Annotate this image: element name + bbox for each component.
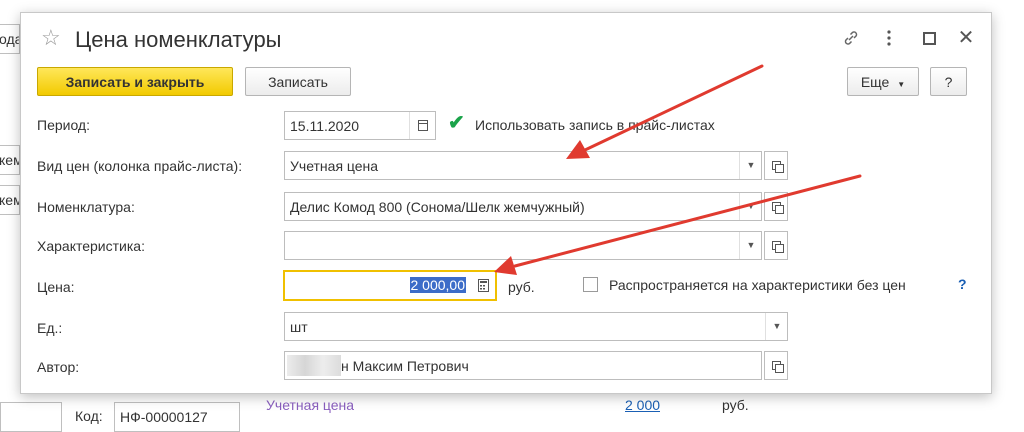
help-button[interactable]: ? (930, 67, 967, 96)
unit-label: Ед.: (37, 320, 63, 336)
period-label: Период: (37, 117, 90, 133)
characteristic-input[interactable]: ▼ (284, 231, 762, 260)
chevron-down-icon: ▼ (897, 80, 906, 89)
price-type-input[interactable]: Учетная цена ▼ (284, 151, 762, 180)
code-field[interactable]: НФ-00000127 (114, 402, 240, 432)
price-type-link[interactable]: Учетная цена (266, 397, 354, 413)
use-in-pricelists-checkmark-icon[interactable]: ✔ (448, 113, 465, 133)
maximize-icon[interactable] (918, 27, 940, 49)
applies-to-characteristics-checkbox[interactable] (583, 277, 598, 292)
characteristic-label: Характеристика: (37, 238, 145, 254)
dialog-title-bar: ☆ Цена номенклатуры ✕ (21, 13, 991, 63)
author-label: Автор: (37, 359, 80, 375)
code-value: НФ-00000127 (120, 409, 208, 425)
characteristic-dropdown-icon[interactable]: ▼ (739, 232, 762, 259)
price-currency-label: руб. (508, 279, 535, 295)
price-type-label: Вид цен (колонка прайс-листа): (37, 158, 243, 174)
price-type-value: Учетная цена (290, 158, 379, 174)
nomenclature-value: Делис Комод 800 (Сонома/Шелк жемчужный) (290, 199, 585, 215)
period-value: 15.11.2020 (290, 118, 360, 134)
price-link[interactable]: 2 000 (625, 397, 660, 413)
close-icon[interactable]: ✕ (955, 27, 977, 49)
applies-to-characteristics-help[interactable]: ? (958, 276, 967, 292)
favorite-star-icon[interactable]: ☆ (41, 27, 61, 49)
open-icon-part (775, 164, 784, 173)
more-options-icon[interactable] (878, 27, 900, 49)
background-fragment-2: кем (0, 152, 19, 168)
background-field-3: кем (0, 185, 20, 215)
nomenclature-label: Номенклатура: (37, 199, 135, 215)
price-type-dropdown-icon[interactable]: ▼ (739, 152, 762, 179)
author-input[interactable]: н Максим Петрович (284, 351, 762, 380)
price-type-open-button[interactable] (764, 151, 788, 180)
calendar-icon (418, 120, 428, 131)
nomenclature-open-button[interactable] (764, 192, 788, 221)
author-open-button[interactable] (764, 351, 788, 380)
price-value: 2 000,00 (409, 277, 466, 293)
more-button-label: Еще (860, 74, 890, 90)
calculator-button[interactable] (471, 272, 495, 299)
dialog-title: Цена номенклатуры (75, 27, 282, 52)
unit-dropdown-icon[interactable]: ▼ (765, 313, 788, 340)
price-dialog: ☆ Цена номенклатуры ✕ Записать и закрыть… (20, 12, 992, 394)
link-icon[interactable] (840, 27, 862, 49)
background-fragment-1: ода (0, 31, 19, 47)
open-icon-part (775, 205, 784, 214)
period-input[interactable]: 15.11.2020 (284, 111, 436, 140)
author-value: н Максим Петрович (341, 358, 469, 374)
open-icon-part (775, 364, 784, 373)
save-button[interactable]: Записать (245, 67, 351, 96)
characteristic-open-button[interactable] (764, 231, 788, 260)
code-label: Код: (75, 408, 103, 424)
unit-input[interactable]: шт ▼ (284, 312, 788, 341)
author-blur-mask (287, 355, 341, 376)
save-and-close-button[interactable]: Записать и закрыть (37, 67, 233, 96)
use-in-pricelists-label[interactable]: Использовать запись в прайс-листах (475, 117, 715, 133)
price-label: Цена: (37, 279, 75, 295)
price-currency: руб. (722, 397, 749, 413)
calculator-icon (477, 279, 489, 292)
background-field-4 (0, 402, 62, 432)
price-input[interactable]: 2 000,00 (283, 270, 497, 301)
calendar-button[interactable] (409, 112, 436, 139)
background-fragment-3: кем (0, 192, 19, 208)
applies-to-characteristics-label[interactable]: Распространяется на характеристики без ц… (609, 277, 906, 293)
nomenclature-dropdown-icon[interactable]: ▼ (739, 193, 762, 220)
background-field-2: кем (0, 145, 20, 175)
more-button[interactable]: Еще ▼ (847, 67, 919, 96)
unit-value: шт (290, 319, 308, 335)
background-field-1: ода (0, 24, 20, 54)
nomenclature-input[interactable]: Делис Комод 800 (Сонома/Шелк жемчужный) … (284, 192, 762, 221)
open-icon-part (775, 244, 784, 253)
